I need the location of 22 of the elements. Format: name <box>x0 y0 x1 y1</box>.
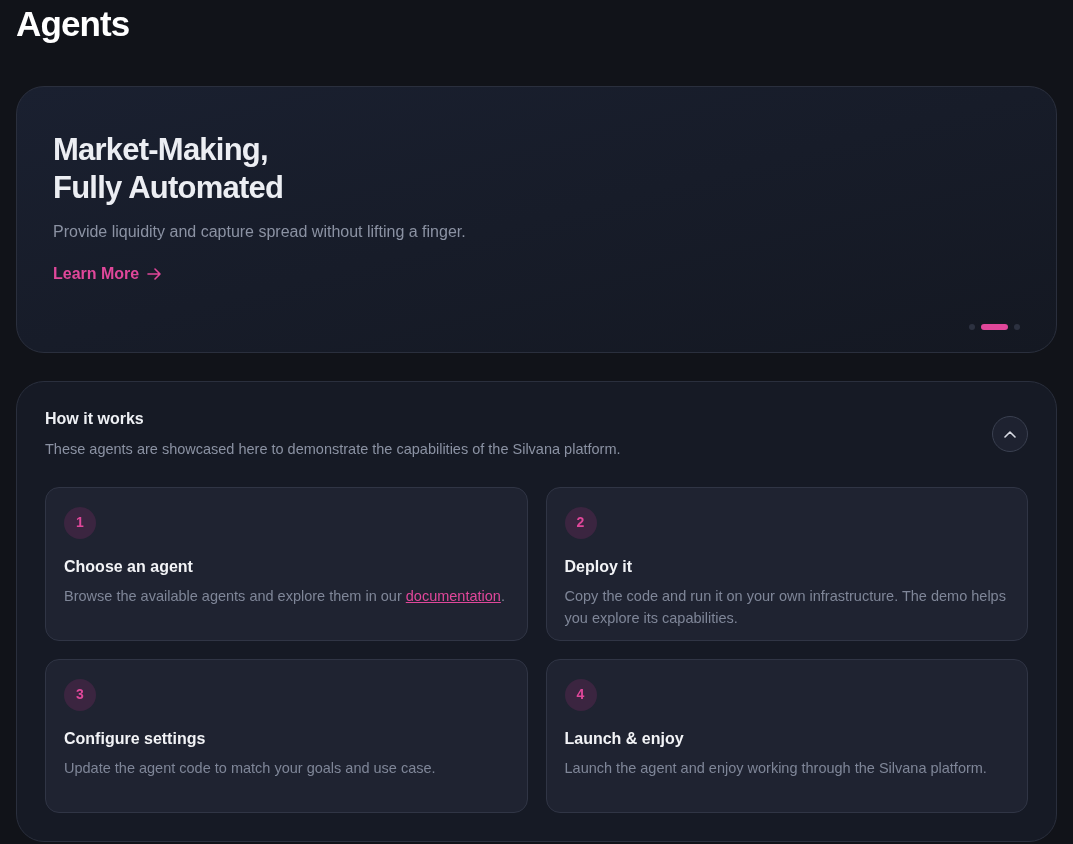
documentation-link[interactable]: documentation <box>405 587 501 604</box>
learn-more-link[interactable]: Learn More <box>53 262 162 286</box>
step-description: Launch the agent and enjoy working through the Silvana platform. <box>564 758 988 778</box>
section-subtitle: These agents are showcased here to demonstrate the capabilities of the Silvana platform. <box>45 440 621 459</box>
step-title: Choose an agent <box>64 556 194 577</box>
collapse-toggle-button[interactable] <box>992 415 1028 452</box>
chevron-up-icon <box>1004 429 1016 438</box>
step-number: 1 <box>64 506 96 539</box>
hero-subtitle: Provide liquidity and capture spread without lifting a finger. <box>53 222 467 242</box>
step-description: Update the agent code to match your goals and use case. <box>64 758 437 778</box>
step-description: Browse the available agents and explore them in our documentation. <box>64 586 506 606</box>
arrow-right-icon <box>147 267 162 281</box>
step-description: Copy the code and run it on your own infrastructure. The demo helps you explore its capabilities. <box>564 586 1007 628</box>
step-title: Configure settings <box>64 728 207 749</box>
step-number: 3 <box>64 678 96 711</box>
step-title: Launch & enjoy <box>564 728 685 749</box>
step-number: 4 <box>564 678 597 711</box>
step-number: 2 <box>564 506 597 539</box>
step-title: Deploy it <box>564 556 634 577</box>
section-title: How it works <box>45 409 145 429</box>
page-title: Agents <box>16 3 131 45</box>
hero-title: Market-Making, Fully Automated <box>53 131 285 207</box>
